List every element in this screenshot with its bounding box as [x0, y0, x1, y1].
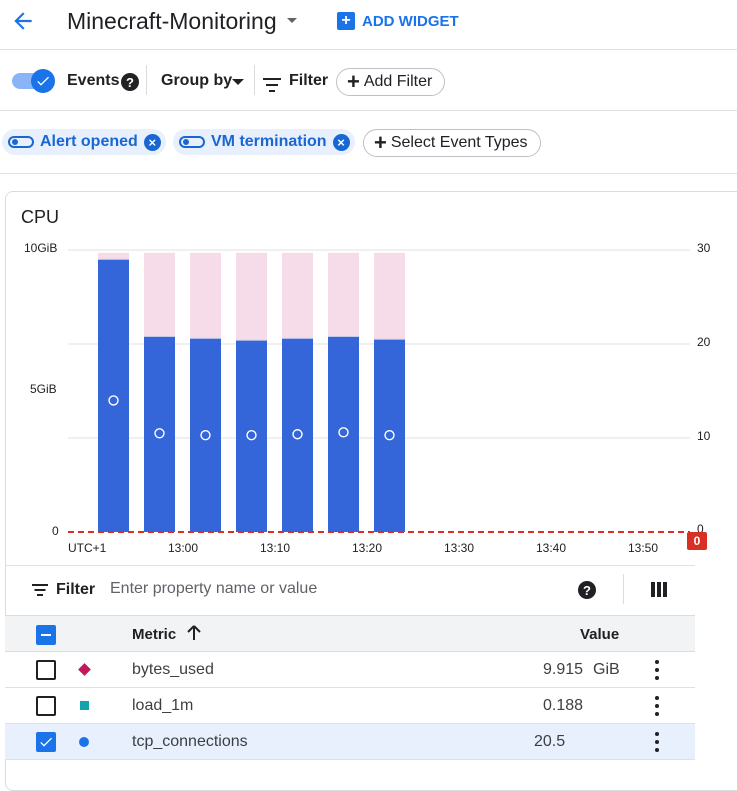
row-checkbox[interactable] [36, 660, 56, 680]
tcp-connections-bar [236, 340, 267, 532]
metric-value: 9.915 [543, 661, 584, 678]
tcp-connections-bar [144, 336, 175, 532]
table-header: Metric Value [5, 615, 695, 652]
more-vert-icon[interactable] [655, 696, 660, 716]
circle-legend-icon [79, 737, 89, 747]
select-all-checkbox[interactable] [36, 625, 56, 645]
metric-name: bytes_used [132, 661, 214, 678]
metric-name: load_1m [132, 697, 194, 714]
filter-list-icon[interactable] [31, 584, 49, 598]
help-icon[interactable]: ? [578, 581, 596, 599]
metric-name: tcp_connections [132, 733, 248, 750]
tcp-connections-bar [282, 338, 313, 532]
metric-unit: GiB [593, 661, 620, 678]
more-vert-icon[interactable] [655, 732, 660, 752]
table-row[interactable]: bytes_used 9.915 GiB [5, 652, 695, 688]
row-checkbox[interactable] [36, 696, 56, 716]
tcp-connections-bar [374, 339, 405, 532]
value-column-header[interactable]: Value [580, 626, 619, 643]
column-picker-icon[interactable] [651, 582, 667, 597]
table-row[interactable]: load_1m 0.188 [5, 688, 695, 724]
event-count-badge[interactable]: 0 [687, 532, 707, 550]
square-legend-icon [80, 701, 89, 710]
divider [623, 574, 624, 604]
diamond-legend-icon [78, 663, 91, 676]
metric-column-header[interactable]: Metric [132, 626, 176, 643]
table-filter-label: Filter [56, 581, 96, 598]
metric-value: 20.5 [534, 733, 566, 750]
more-vert-icon[interactable] [655, 660, 660, 680]
table-row[interactable]: tcp_connections 20.5 [5, 724, 695, 760]
metric-value: 0.188 [543, 697, 584, 714]
row-checkbox[interactable] [36, 732, 56, 752]
sort-ascending-icon[interactable] [187, 625, 201, 641]
table-filter-input[interactable] [110, 580, 550, 598]
tcp-connections-bar [190, 338, 221, 532]
tcp-connections-bar [328, 336, 359, 532]
cpu-chart[interactable] [0, 0, 737, 560]
